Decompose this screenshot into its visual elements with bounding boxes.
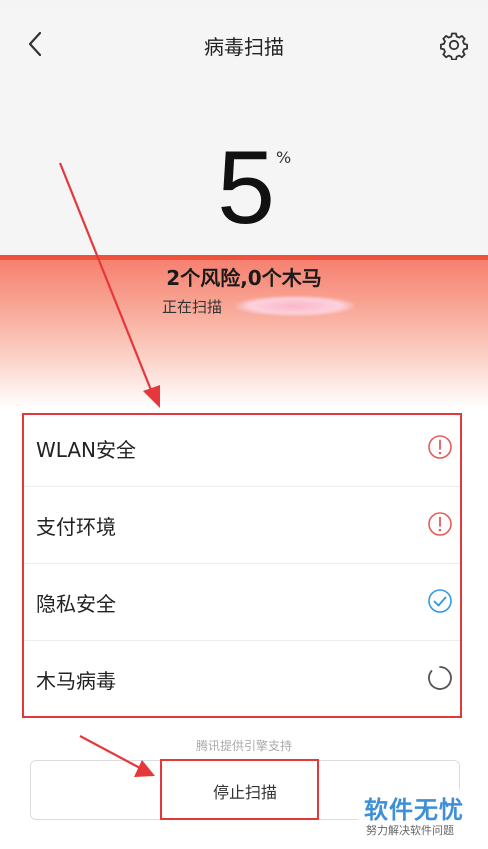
engine-note: 腾讯提供引擎支持 <box>195 739 292 753</box>
annotation-box-stop-button <box>160 759 319 820</box>
watermark: 软件无忧 努力解决软件问题 <box>358 790 483 844</box>
progress-line <box>0 255 488 260</box>
blurred-scan-target <box>236 296 354 316</box>
scanning-status: 正在扫描 <box>162 298 223 316</box>
watermark-title: 软件无忧 <box>364 796 464 824</box>
risk-summary: 2个风险,0个木马 <box>166 266 322 290</box>
status-bar <box>0 0 488 8</box>
settings-button[interactable] <box>439 30 469 61</box>
gear-icon <box>440 32 468 61</box>
watermark-subtitle: 努力解决软件问题 <box>366 824 454 837</box>
percent-sign: % <box>276 148 292 167</box>
page-title: 病毒扫描 <box>204 35 284 59</box>
annotation-box-scan-items <box>22 413 462 718</box>
progress-percent: 5 <box>217 130 275 246</box>
